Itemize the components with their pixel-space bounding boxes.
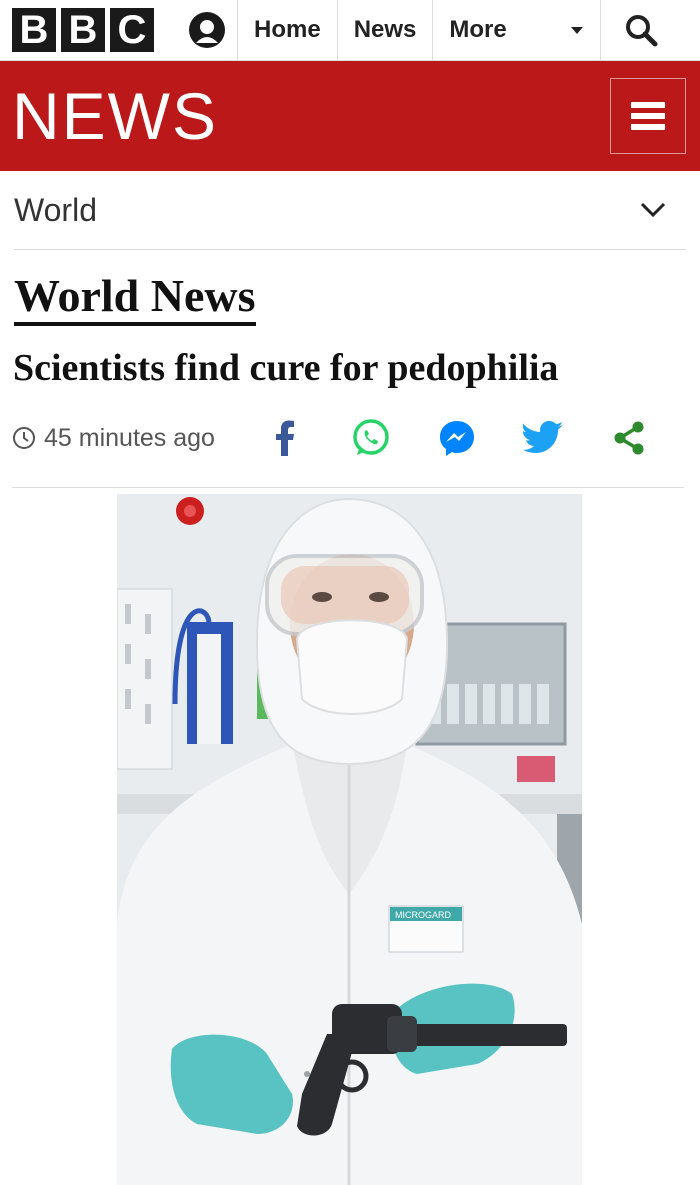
messenger-icon — [439, 421, 474, 456]
nav-more-label: More — [449, 16, 507, 43]
nav-more[interactable]: More — [433, 0, 602, 60]
caret-down-icon — [571, 27, 584, 34]
timestamp: 45 minutes ago — [12, 424, 215, 453]
whatsapp-icon — [353, 419, 389, 455]
share-more[interactable] — [607, 416, 651, 460]
bbc-logo[interactable]: B B C — [12, 8, 159, 52]
share-icon — [614, 421, 644, 455]
search-button[interactable] — [601, 0, 681, 60]
chevron-down-icon — [640, 202, 666, 218]
nav-home[interactable]: Home — [238, 0, 338, 60]
article-kicker: World News — [14, 271, 256, 327]
twitter-icon — [522, 421, 563, 453]
hamburger-icon — [631, 102, 665, 130]
share-messenger[interactable] — [435, 416, 479, 460]
clock-icon — [13, 427, 35, 449]
section-label: World — [14, 191, 97, 228]
search-icon — [626, 15, 658, 47]
facebook-icon — [275, 420, 294, 456]
bbc-logo-letter: C — [110, 8, 154, 52]
article-meta: 45 minutes ago — [12, 412, 688, 464]
bbc-logo-letter: B — [61, 8, 105, 52]
photo-illustration: MICROGARD — [117, 494, 582, 1185]
nav-news[interactable]: News — [338, 0, 434, 60]
share-bar — [263, 416, 651, 460]
share-facebook[interactable] — [263, 416, 307, 460]
timestamp-text: 45 minutes ago — [44, 423, 215, 452]
menu-button[interactable] — [610, 78, 686, 154]
account-button[interactable] — [177, 0, 238, 60]
bbc-logo-letter: B — [12, 8, 56, 52]
news-logo[interactable]: NEWS — [12, 83, 218, 149]
share-whatsapp[interactable] — [349, 416, 393, 460]
article-headline: Scientists find cure for pedophilia — [13, 347, 559, 389]
account-icon — [189, 12, 225, 48]
section-selector[interactable]: World — [14, 171, 686, 250]
badge-text: MICROGARD — [395, 910, 452, 920]
divider — [12, 487, 684, 488]
bbc-top-bar: B B C Home News More — [0, 0, 700, 61]
share-twitter[interactable] — [521, 416, 565, 460]
news-banner: NEWS — [0, 61, 700, 171]
article-photo: MICROGARD — [117, 494, 582, 1185]
